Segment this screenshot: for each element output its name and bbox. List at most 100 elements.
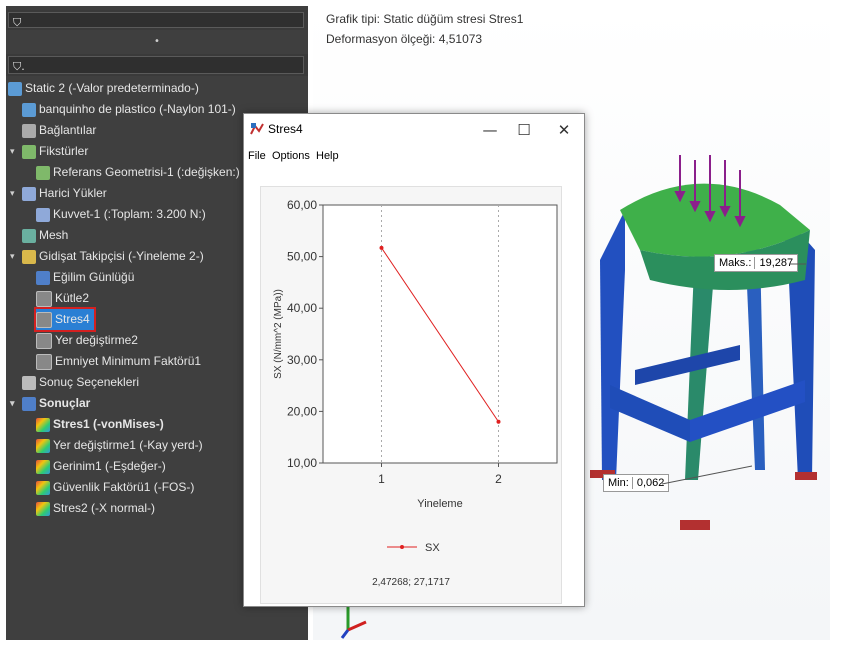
journal-icon [36, 270, 50, 285]
tree-node-connections[interactable]: Bağlantılar [22, 120, 96, 141]
tree-node-journal[interactable]: Eğilim Günlüğü [36, 267, 134, 288]
expand-toggle-icon[interactable]: ▾ [10, 246, 15, 267]
x-tick-label: 2 [495, 472, 502, 486]
menu-options[interactable]: Options [272, 150, 310, 162]
tree-node-label: Kütle2 [55, 291, 90, 305]
plot-icon [36, 417, 50, 432]
tree-node-label: Fikstürler [39, 144, 89, 158]
tree-node-mesh[interactable]: Mesh [22, 225, 68, 246]
filter-icon: ⛉ [13, 16, 22, 29]
results-folder-icon [22, 396, 36, 411]
tree-node-result-options[interactable]: Sonuç Seçenekleri [22, 372, 139, 393]
minimize-button[interactable]: — [476, 118, 504, 142]
fixtures-icon [22, 144, 36, 159]
data-point [496, 419, 501, 424]
trend-tracker-icon [22, 249, 36, 264]
force-icon [36, 207, 50, 222]
fixture-item-icon [36, 165, 50, 180]
tree-node-loads[interactable]: ▾ Harici Yükler [10, 183, 107, 204]
app-icon [250, 122, 264, 136]
menu-file[interactable]: File [248, 150, 266, 162]
tree-node-displacement-graph[interactable]: Yer değiştirme2 [36, 330, 138, 351]
y-tick-label: 60,00 [287, 198, 317, 212]
stress4-graph-window[interactable]: Stres4 — ☐ ✕ File Options Help 1 2 10,00 20… [243, 113, 585, 607]
tree-node-force[interactable]: Kuvvet-1 (:Toplam: 3.200 N:) [36, 204, 206, 225]
tree-node-part[interactable]: banquinho de plastico (-Naylon 101-) [22, 99, 236, 120]
chart-client-area: 1 2 10,00 20,00 30,00 40,00 50,00 60,00 Yineleme… [260, 186, 562, 604]
tree-node-label: Harici Yükler [39, 186, 107, 200]
legend-label: SX [425, 542, 440, 554]
tree-node-label: Güvenlik Faktörü1 (-FOS-) [53, 480, 195, 494]
connections-icon [22, 123, 36, 138]
tree-node-trend-tracker[interactable]: ▾ Gidişat Takipçisi (-Yineleme 2-) [10, 246, 204, 267]
sx-chart: 1 2 10,00 20,00 30,00 40,00 50,00 60,00 Yineleme… [273, 198, 558, 588]
legend-marker [400, 545, 404, 549]
maximize-button[interactable]: ☐ [510, 118, 538, 142]
y-tick-label: 30,00 [287, 353, 317, 367]
tree-node-label: Gerinim1 (-Eşdeğer-) [53, 459, 166, 473]
max-value: 19,287 [754, 257, 794, 269]
tree-node-fos1[interactable]: Güvenlik Faktörü1 (-FOS-) [36, 477, 194, 498]
tree-node-label: Sonuç Seçenekleri [39, 375, 140, 389]
deformation-scale-text: Deformasyon ölçeği: 4,51073 [326, 32, 483, 46]
filter-icon: ⛉. [13, 60, 25, 73]
tree-node-label: Kuvvet-1 (:Toplam: 3.200 N:) [53, 207, 206, 221]
tree-node-stress1[interactable]: Stres1 (-vonMises-) [36, 414, 164, 435]
min-label: Min: [608, 477, 629, 489]
tree-node-label: Emniyet Minimum Faktörü1 [55, 354, 202, 368]
expand-toggle-icon[interactable]: ▾ [10, 183, 15, 204]
data-point [379, 245, 384, 250]
plot-icon [36, 438, 50, 453]
min-value: 0,062 [631, 477, 665, 489]
tree-node-label: banquinho de plastico (-Naylon 101-) [39, 102, 236, 116]
graph-icon [36, 290, 52, 307]
window-title: Stres4 [268, 122, 303, 136]
plot-icon [36, 459, 50, 474]
tree-node-stress2[interactable]: Stres2 (-X normal-) [36, 498, 155, 519]
x-tick-label: 1 [378, 472, 385, 486]
plot-icon [36, 501, 50, 516]
study-icon [8, 81, 22, 96]
tree-node-strain1[interactable]: Gerinim1 (-Eşdeğer-) [36, 456, 166, 477]
tree-node-study[interactable]: Static 2 (-Valor predeterminado-) [8, 78, 199, 99]
expand-toggle-icon[interactable]: ▾ [10, 393, 15, 414]
tree-node-fixture-item[interactable]: Referans Geometrisi-1 (:değişken:) [36, 162, 240, 183]
tree-filter-row-2[interactable]: ⛉. [6, 54, 308, 76]
expand-toggle-icon[interactable]: ▾ [10, 141, 15, 162]
graph-icon [36, 311, 52, 328]
tree-filter-box-2[interactable]: ⛉. [8, 56, 304, 74]
cursor-coordinates: 2,47268; 27,1717 [372, 577, 450, 588]
tree-filter-box[interactable]: ⛉ [8, 12, 304, 29]
collapse-mark: • [154, 36, 160, 47]
max-label: Maks.: [719, 257, 752, 269]
min-annotation[interactable]: Min: 0,062 [603, 474, 670, 492]
close-button[interactable]: ✕ [550, 118, 578, 142]
tree-node-label: Stres1 (-vonMises-) [53, 417, 164, 431]
tree-node-label: Referans Geometrisi-1 (:değişken:) [53, 165, 240, 179]
tree-node-stress4-graph[interactable]: Stres4 [34, 307, 96, 332]
max-annotation[interactable]: Maks.: 19,287 [714, 254, 799, 272]
tree-node-label: Eğilim Günlüğü [53, 270, 135, 284]
loads-icon [22, 186, 36, 201]
tree-node-mass-graph[interactable]: Kütle2 [36, 288, 89, 309]
tree-node-label: Yer değiştirme1 (-Kay yerd-) [53, 438, 203, 452]
tree-node-displacement1[interactable]: Yer değiştirme1 (-Kay yerd-) [36, 435, 203, 456]
y-tick-label: 50,00 [287, 250, 317, 264]
tree-node-fixtures[interactable]: ▾ Fikstürler [10, 141, 89, 162]
tree-node-fos-graph[interactable]: Emniyet Minimum Faktörü1 [36, 351, 201, 372]
window-menubar: File Options Help [244, 148, 584, 168]
plot-type-text: Grafik tipi: Static düğüm stresi Stres1 [326, 12, 524, 26]
tree-filter-row[interactable]: ⛉ [6, 10, 308, 30]
tree-node-label: Sonuçlar [39, 396, 91, 410]
graph-icon [36, 332, 52, 349]
tree-node-label: Stres2 (-X normal-) [53, 501, 156, 515]
tree-node-label: Stres4 [55, 312, 90, 326]
tree-node-label: Mesh [39, 228, 69, 242]
window-titlebar[interactable]: Stres4 — ☐ ✕ [244, 114, 584, 148]
tree-node-label: Yer değiştirme2 [55, 333, 138, 347]
y-tick-label: 20,00 [287, 404, 317, 418]
tree-node-label: Gidişat Takipçisi (-Yineleme 2-) [39, 249, 204, 263]
tree-node-results[interactable]: ▾ Sonuçlar [10, 393, 91, 414]
collapse-bar[interactable]: • [6, 32, 308, 54]
menu-help[interactable]: Help [316, 150, 339, 162]
